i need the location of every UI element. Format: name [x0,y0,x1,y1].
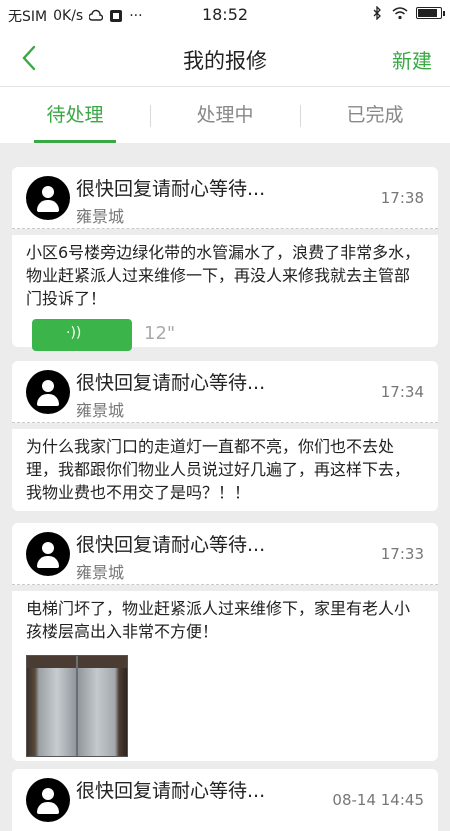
avatar-icon [26,370,70,414]
voice-duration: 12" [144,323,176,344]
battery-icon [416,7,445,19]
card-time: 17:34 [380,383,424,401]
tab-completed[interactable]: 已完成 [300,87,450,143]
tab-processing[interactable]: 处理中 [150,87,300,143]
avatar-icon [26,176,70,220]
repair-photo[interactable] [26,655,128,757]
card-status-title: 很快回复请耐心等待... [76,780,266,802]
card-time: 17:38 [380,189,424,207]
avatar-icon [26,778,70,822]
wifi-icon [392,7,408,20]
new-button[interactable]: 新建 [392,45,432,74]
bluetooth-icon [373,6,381,20]
repair-description: 为什么我家门口的走道灯一直都不亮，你们也不去处理，我都跟你们物业人员说过好几遍了… [26,437,411,502]
tab-label: 待处理 [46,104,104,126]
community-name: 雍景城 [76,563,125,582]
card-header: 很快回复请耐心等待... 雍景城 17:38 [12,167,438,229]
active-tab-indicator [34,140,116,143]
dashed-divider [12,422,438,423]
card-time: 08-14 14:45 [332,791,424,809]
dashed-divider [12,228,438,229]
status-tabs: 待处理 处理中 已完成 [0,86,450,143]
card-status-title: 很快回复请耐心等待... [76,534,266,556]
card-status-title: 很快回复请耐心等待... [76,178,266,200]
page-title: 我的报修 [183,49,267,73]
tab-label: 已完成 [346,104,404,126]
community-name: 雍景城 [76,207,125,226]
tab-pending[interactable]: 待处理 [0,87,150,143]
tab-label: 处理中 [196,104,254,126]
voice-wave-icon: ·)) [66,325,82,341]
avatar-icon [26,532,70,576]
card-header: 很快回复请耐心等待... 08-14 14:45 [12,769,438,831]
card-body: 为什么我家门口的走道灯一直都不亮，你们也不去处理，我都跟你们物业人员说过好几遍了… [12,429,438,511]
dashed-divider [12,584,438,585]
nav-bar: 我的报修 新建 [0,30,450,86]
community-name: 雍景城 [76,401,125,420]
card-body: 电梯门坏了，物业赶紧派人过来维修下，家里有老人小孩楼层高出入非常不方便！ [12,591,438,761]
voice-play-button[interactable]: ·)) [32,319,132,351]
card-status-title: 很快回复请耐心等待... [76,372,266,394]
repair-description: 小区6号楼旁边绿化带的水管漏水了，浪费了非常多水，物业赶紧派人过来维修一下，再没… [26,243,421,308]
repair-description: 电梯门坏了，物业赶紧派人过来维修下，家里有老人小孩楼层高出入非常不方便！ [26,599,411,641]
card-time: 17:33 [380,545,424,563]
status-right [370,6,445,20]
card-body: 小区6号楼旁边绿化带的水管漏水了，浪费了非常多水，物业赶紧派人过来维修一下，再没… [12,235,438,351]
card-header: 很快回复请耐心等待... 雍景城 17:33 [12,523,438,585]
voice-message: ·)) 12" [26,316,424,354]
status-bar: 无SIM 0K/s ··· 18:52 [0,0,450,30]
card-header: 很快回复请耐心等待... 雍景城 17:34 [12,361,438,423]
